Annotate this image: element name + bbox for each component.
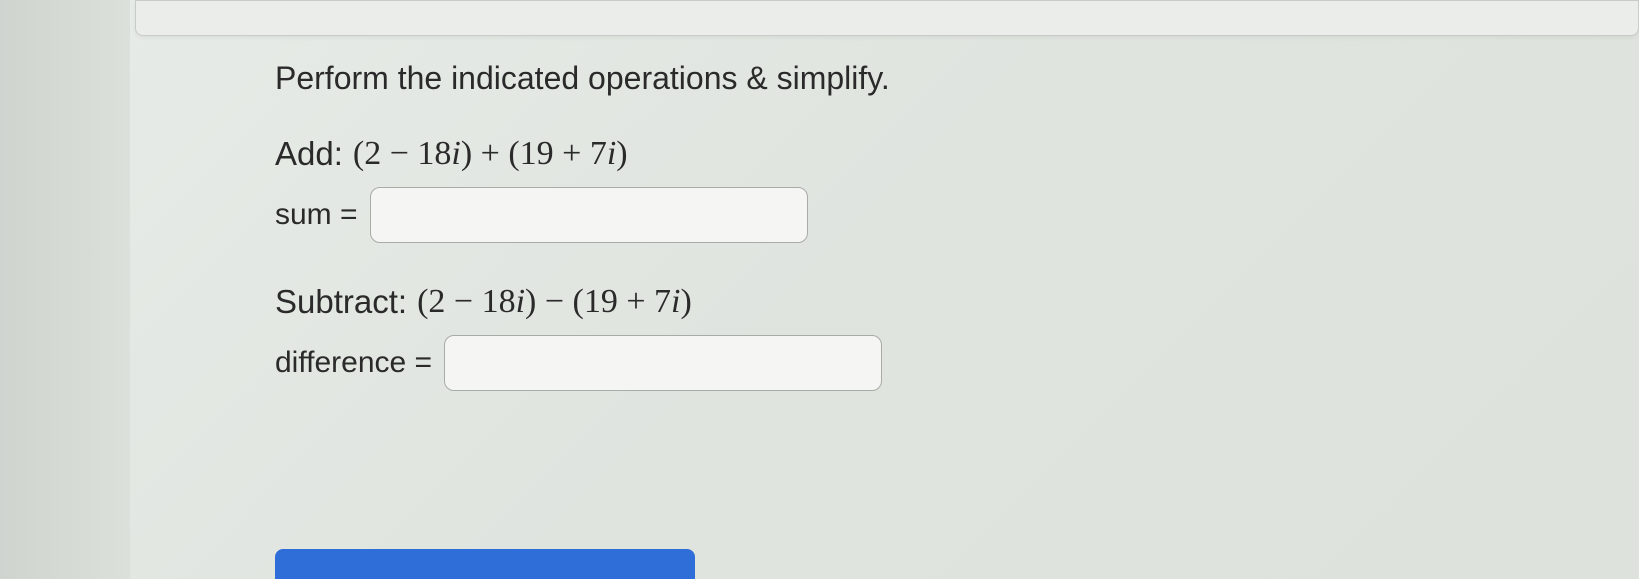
- add-problem-line: Add: (2 − 18i) + (19 + 7i): [275, 135, 1579, 173]
- sum-label: sum =: [275, 198, 358, 232]
- instruction-text: Perform the indicated operations & simpl…: [275, 60, 1579, 97]
- add-expression: (2 − 18i) + (19 + 7i): [353, 135, 628, 173]
- submit-button[interactable]: [275, 549, 695, 579]
- subtract-label: Subtract:: [275, 283, 407, 321]
- add-problem: Add: (2 − 18i) + (19 + 7i) sum =: [275, 135, 1579, 243]
- subtract-expression: (2 − 18i) − (19 + 7i): [417, 283, 692, 321]
- subtract-problem: Subtract: (2 − 18i) − (19 + 7i) differen…: [275, 283, 1579, 391]
- add-label: Add:: [275, 135, 343, 173]
- question-panel: Perform the indicated operations & simpl…: [0, 0, 1639, 579]
- side-margin: [0, 0, 130, 579]
- difference-answer-line: difference =: [275, 335, 1579, 391]
- sum-input[interactable]: [370, 187, 808, 243]
- difference-label: difference =: [275, 346, 432, 380]
- subtract-problem-line: Subtract: (2 − 18i) − (19 + 7i): [275, 283, 1579, 321]
- sum-answer-line: sum =: [275, 187, 1579, 243]
- content-area: Perform the indicated operations & simpl…: [275, 60, 1579, 431]
- top-bar: [135, 0, 1639, 36]
- difference-input[interactable]: [444, 335, 882, 391]
